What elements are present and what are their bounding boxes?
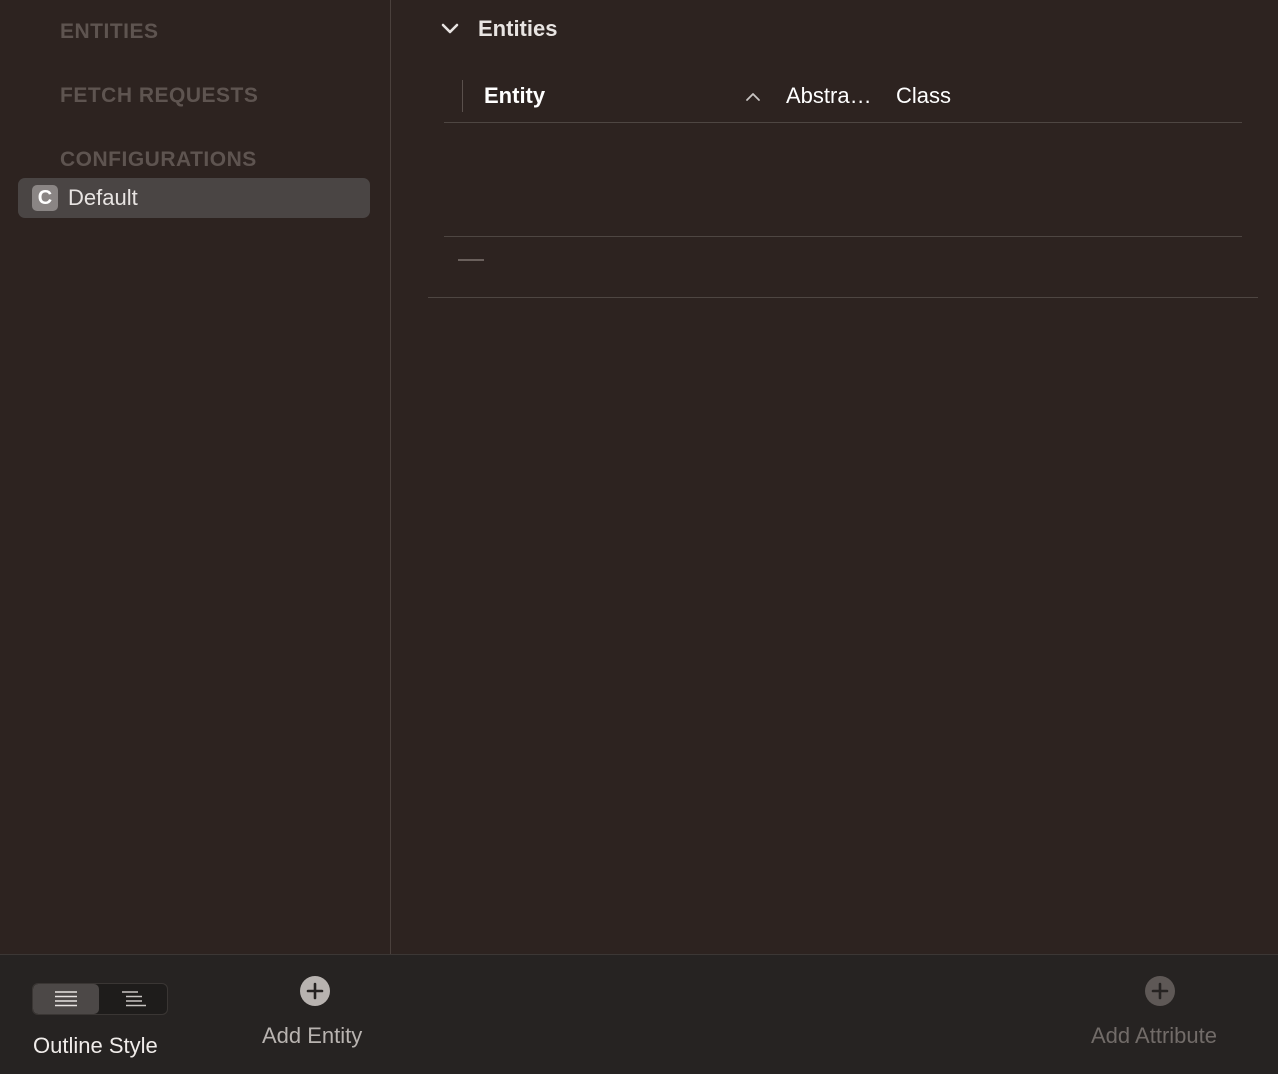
hierarchy-lines-icon xyxy=(122,991,146,1007)
chevron-down-icon[interactable] xyxy=(439,18,461,40)
data-model-editor: ENTITIES FETCH REQUESTS CONFIGURATIONS C… xyxy=(0,0,1278,1074)
sidebar-section-entities[interactable]: ENTITIES xyxy=(60,20,159,44)
table-header: Entity Abstra… Class xyxy=(444,74,1242,123)
bottom-toolbar: Outline Style Add Entity Add Attribute xyxy=(0,954,1278,1074)
outline-style-label: Outline Style xyxy=(33,1033,158,1058)
sidebar: ENTITIES FETCH REQUESTS CONFIGURATIONS C… xyxy=(0,0,391,954)
sidebar-item-label: Default xyxy=(68,185,138,210)
column-divider[interactable] xyxy=(462,80,463,112)
column-header-class[interactable]: Class xyxy=(896,83,951,109)
add-entity-plus-icon[interactable] xyxy=(299,975,331,1007)
table-lines-icon xyxy=(55,991,77,1007)
remove-row-icon[interactable] xyxy=(458,259,484,261)
add-entity-button[interactable]: Add Entity xyxy=(262,1023,362,1049)
sidebar-section-fetch-requests[interactable]: FETCH REQUESTS xyxy=(60,84,258,108)
section-title[interactable]: Entities xyxy=(478,16,557,42)
sidebar-section-configurations[interactable]: CONFIGURATIONS xyxy=(60,148,257,172)
add-attribute-plus-icon[interactable] xyxy=(1144,975,1176,1007)
table-style-button[interactable] xyxy=(33,984,99,1014)
column-header-abstract[interactable]: Abstra… xyxy=(786,83,872,109)
section-divider xyxy=(428,297,1258,298)
configuration-badge-icon: C xyxy=(32,185,58,211)
graph-style-button[interactable] xyxy=(100,984,167,1014)
outline-style-segmented-control xyxy=(32,983,168,1015)
sidebar-item-default-configuration[interactable]: C Default xyxy=(18,178,370,218)
sort-ascending-icon[interactable] xyxy=(744,88,762,106)
main-editor: Entities Entity Abstra… Class xyxy=(391,0,1278,954)
add-attribute-button[interactable]: Add Attribute xyxy=(1091,1023,1217,1049)
table-divider xyxy=(444,236,1242,237)
column-header-entity[interactable]: Entity xyxy=(484,83,545,109)
